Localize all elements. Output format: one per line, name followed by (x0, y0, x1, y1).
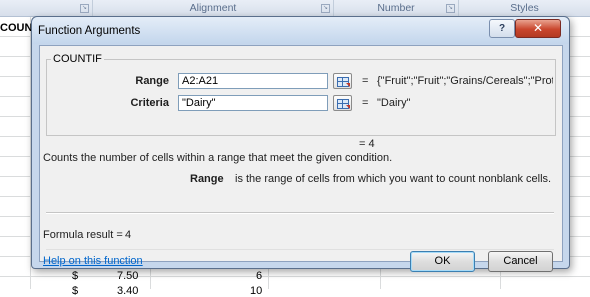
function-arguments-dialog: Function Arguments ? ✕ COUNTIF Range = {… (31, 16, 570, 272)
cell-count[interactable]: 6 (256, 270, 262, 282)
equals-sign: = (362, 75, 369, 87)
ribbon-group-label: Styles (510, 2, 539, 14)
range-evaluated-value: {"Fruit";"Fruit";"Grains/Cereals";"Prote… (377, 75, 553, 87)
cancel-button[interactable]: Cancel (488, 251, 553, 272)
divider (46, 212, 554, 214)
equals-sign: = (362, 97, 369, 109)
ribbon-group-label: Alignment (189, 2, 237, 14)
ribbon-group-label: Number (377, 2, 415, 14)
range-label: Range (135, 75, 169, 87)
ribbon-group-styles: Styles (459, 0, 590, 16)
formula-result-label: Formula result = (43, 229, 123, 241)
range-input[interactable] (178, 73, 328, 89)
function-name: COUNTIF (51, 53, 104, 65)
close-icon: ✕ (532, 21, 544, 35)
cell-amount[interactable]: 7.50 (117, 270, 138, 282)
help-icon: ? (498, 23, 506, 34)
criteria-collapse-button[interactable] (333, 95, 352, 111)
cell-amount[interactable]: 3.40 (117, 285, 138, 297)
dialog-body: COUNTIF Range = {"Fruit";"Fruit";"Grains… (39, 45, 563, 272)
function-description: Counts the number of cells within a rang… (43, 152, 393, 164)
ok-button[interactable]: OK (410, 251, 475, 272)
criteria-label: Criteria (130, 97, 169, 109)
cell-currency[interactable]: $ (72, 285, 78, 297)
ribbon-group-bar: ↘ Alignment ↘ Number ↘ Styles (0, 0, 590, 17)
cell-currency[interactable]: $ (72, 270, 78, 282)
ribbon-group-font: ↘ (0, 0, 93, 16)
formula-result-value: 4 (125, 229, 132, 241)
criteria-evaluated-value: "Dairy" (377, 97, 411, 109)
ribbon-group-alignment: Alignment ↘ (93, 0, 334, 16)
dialog-launcher-icon[interactable]: ↘ (80, 4, 89, 13)
cell-header-partial[interactable]: COUN (0, 22, 32, 34)
range-collapse-button[interactable] (333, 73, 352, 89)
function-arguments-group: COUNTIF Range = {"Fruit";"Fruit";"Grains… (46, 53, 556, 136)
close-button[interactable]: ✕ (515, 19, 561, 38)
criteria-input[interactable] (178, 95, 328, 111)
dialog-titlebar[interactable]: Function Arguments ? ✕ (32, 17, 569, 44)
dialog-launcher-icon[interactable]: ↘ (446, 4, 455, 13)
help-button[interactable]: ? (489, 19, 515, 38)
help-on-function-link[interactable]: Help on this function (43, 255, 143, 267)
cell-count[interactable]: 10 (250, 285, 262, 297)
dialog-title: Function Arguments (38, 25, 141, 37)
argument-help-text: is the range of cells from which you wan… (235, 173, 552, 185)
divider (46, 249, 554, 250)
ribbon-group-number: Number ↘ (334, 0, 459, 16)
function-result: = 4 (359, 138, 375, 150)
argument-help-name: Range (190, 173, 224, 185)
dialog-launcher-icon[interactable]: ↘ (321, 4, 330, 13)
